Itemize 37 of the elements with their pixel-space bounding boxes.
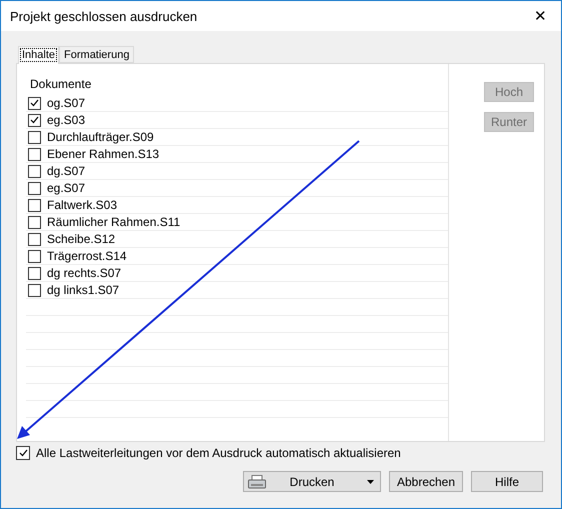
document-name[interactable]: Trägerrost.S14 bbox=[47, 249, 127, 263]
tab[interactable]: Inhalte bbox=[18, 46, 60, 64]
tab[interactable]: Formatierung bbox=[59, 46, 134, 63]
document-name[interactable]: eg.S03 bbox=[47, 113, 86, 127]
document-name[interactable]: dg links1.S07 bbox=[47, 283, 120, 297]
document-name[interactable]: og.S07 bbox=[47, 96, 86, 110]
printer-icon bbox=[248, 475, 266, 489]
dialog-button[interactable]: Abbrechen bbox=[389, 471, 463, 492]
checkbox[interactable] bbox=[28, 198, 41, 212]
document-name[interactable]: Ebener Rahmen.S13 bbox=[47, 147, 160, 161]
print-button[interactable]: Drucken bbox=[243, 471, 381, 492]
checkbox[interactable] bbox=[28, 182, 41, 194]
document-name[interactable]: dg rechts.S07 bbox=[47, 266, 122, 280]
window-title: Projekt geschlossen ausdrucken bbox=[10, 8, 198, 24]
checkbox[interactable] bbox=[28, 232, 41, 246]
checkbox[interactable] bbox=[28, 250, 41, 262]
checkbox[interactable] bbox=[28, 96, 41, 110]
checkbox[interactable] bbox=[28, 148, 41, 160]
checkmark-icon bbox=[18, 449, 28, 457]
document-name[interactable]: Scheibe.S12 bbox=[47, 232, 116, 246]
document-name[interactable]: Faltwerk.S03 bbox=[47, 198, 118, 212]
checkbox[interactable] bbox=[28, 164, 41, 178]
checkbox[interactable] bbox=[28, 266, 41, 280]
checkbox[interactable] bbox=[28, 130, 41, 144]
document-name[interactable]: eg.S07 bbox=[47, 181, 86, 195]
option-label[interactable]: Alle Lastweiterleitungen vor dem Ausdruck automatisch aktualisieren bbox=[36, 446, 401, 460]
column-header: Dokumente bbox=[29, 76, 92, 93]
document-name[interactable]: Durchlaufträger.S09 bbox=[47, 130, 154, 144]
caret-icon bbox=[367, 480, 374, 484]
close-button[interactable]: ✕ bbox=[530, 7, 551, 25]
checkbox[interactable] bbox=[28, 216, 41, 228]
checkbox[interactable] bbox=[16, 446, 30, 460]
document-name[interactable]: Räumlicher Rahmen.S11 bbox=[47, 215, 180, 229]
checkbox[interactable] bbox=[28, 114, 41, 126]
document-name[interactable]: dg.S07 bbox=[47, 164, 86, 178]
dialog-button[interactable]: Hilfe bbox=[471, 471, 543, 492]
checkbox[interactable] bbox=[28, 284, 41, 296]
